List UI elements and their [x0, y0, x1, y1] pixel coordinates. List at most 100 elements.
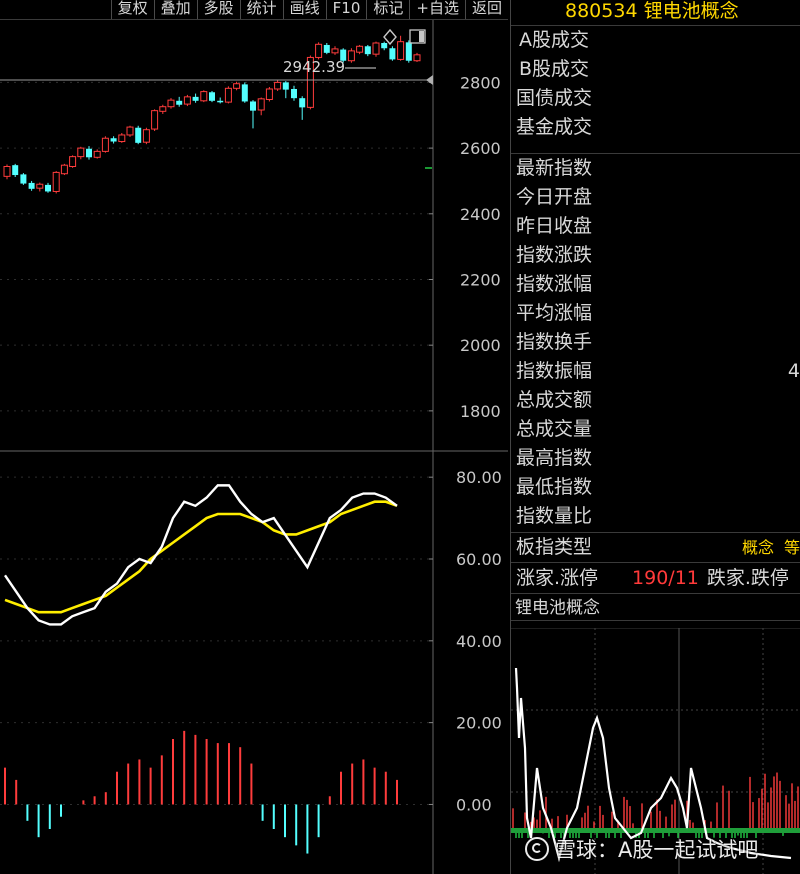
- candle-body: [372, 42, 380, 55]
- row-change-pct: 指数涨幅: [516, 273, 593, 295]
- row-total-amount: 总成交额: [516, 389, 593, 411]
- candle-body: [291, 88, 297, 99]
- row-fund-volume: 基金成交: [516, 116, 593, 138]
- candle-body: [331, 48, 339, 54]
- row-amplitude-label: 指数振幅: [516, 360, 593, 382]
- candle-body: [347, 50, 355, 62]
- candle-body: [45, 184, 51, 192]
- row-a-share-volume: A股成交: [519, 29, 589, 51]
- mini-chart-title: 锂电池概念: [511, 593, 800, 621]
- toolbar-back-button[interactable]: 返回: [464, 0, 508, 19]
- row-amplitude: 指数振幅 4: [511, 357, 800, 386]
- candle-body: [224, 87, 232, 103]
- candle-body: [397, 41, 405, 60]
- panel-toggle-icon-fill: [419, 31, 424, 42]
- row-advancers-label: 涨家.涨停: [516, 567, 599, 589]
- indicator-tick-label: 60.00: [456, 550, 502, 569]
- price-tick-label: 2200: [460, 270, 501, 289]
- watermark: 雪球：A股一起试试吧: [525, 834, 758, 864]
- candle-body: [28, 182, 35, 189]
- candle-body: [413, 54, 421, 62]
- watermark-text: 雪球：A股一起试试吧: [555, 838, 759, 862]
- row-avg-change: 平均涨幅: [516, 302, 593, 324]
- price-tick-label: 2600: [460, 139, 501, 158]
- candle-body: [389, 48, 396, 60]
- candle-body: [299, 98, 306, 108]
- candle-body: [110, 138, 117, 142]
- row-latest-index: 最新指数: [516, 157, 593, 179]
- row-advancers-value: 190/11: [632, 567, 699, 589]
- row-high: 最高指数: [516, 447, 593, 469]
- indicator-lines: [4, 484, 398, 626]
- candle-body: [86, 148, 92, 158]
- candle-body: [77, 147, 85, 158]
- toolbar-draw-button[interactable]: 画线: [282, 0, 326, 19]
- candle-body: [282, 82, 289, 90]
- indicator-tick-label: 20.00: [456, 714, 502, 733]
- candle-body: [126, 126, 134, 136]
- candle-body: [265, 88, 273, 100]
- candle-body: [176, 100, 183, 105]
- snowball-logo-icon: [525, 837, 549, 861]
- candle-body: [200, 91, 208, 102]
- price-tick-label: 1800: [460, 402, 501, 421]
- toolbar-overlay-button[interactable]: 叠加: [153, 0, 197, 19]
- kline-chart[interactable]: 2800 2600 2400 2200 2000 1800 80.00 60.00 40.00…: [0, 0, 508, 874]
- indicator-line-k: [4, 484, 398, 626]
- toolbar-f10-button[interactable]: F10: [325, 0, 367, 19]
- candlestick-series: [3, 35, 421, 194]
- volume-group: A股成交 B股成交 国债成交 基金成交: [511, 26, 800, 154]
- chart-toolbar: 复权 叠加 多股 统计 画线 F10 标记 +自选 返回: [0, 0, 508, 20]
- price-tick-label: 2800: [460, 73, 501, 92]
- high-price-note: 2942.39: [283, 58, 345, 76]
- candle-body: [135, 127, 142, 143]
- candle-body: [36, 183, 44, 189]
- row-index-type-label: 板指类型: [516, 536, 593, 558]
- candle-body: [364, 46, 371, 55]
- row-total-volume: 总成交量: [516, 418, 593, 440]
- row-bond-volume: 国债成交: [516, 87, 593, 109]
- mini-zero-band: [511, 828, 800, 833]
- price-tick-label: 2400: [460, 205, 501, 224]
- candle-body: [3, 165, 11, 177]
- candle-body: [151, 110, 159, 130]
- row-index-type: 板指类型 概念 等: [511, 533, 800, 562]
- index-group: 最新指数 今日开盘 昨日收盘 指数涨跌 指数涨幅 平均涨幅 指数换手 指数振幅 …: [511, 154, 800, 533]
- candle-body: [101, 137, 109, 152]
- toolbar-mark-button[interactable]: 标记: [366, 0, 409, 19]
- toolbar-multi-stock-button[interactable]: 多股: [196, 0, 240, 19]
- indicator-axis: 80.00 60.00 40.00 20.00 0.00: [456, 468, 502, 814]
- indicator-tick-label: 80.00: [456, 468, 502, 487]
- candle-body: [52, 171, 60, 192]
- toolbar-add-watchlist-button[interactable]: +自选: [409, 0, 465, 19]
- candle-body: [217, 100, 224, 103]
- last-price-marker: [426, 75, 433, 85]
- candle-body: [159, 106, 167, 112]
- candle-body: [69, 156, 77, 167]
- indicator-tick-label: 40.00: [456, 632, 502, 651]
- candle-body: [183, 96, 191, 105]
- toolbar-fuquan-button[interactable]: 复权: [110, 0, 154, 19]
- chart-grid: [0, 20, 508, 874]
- candle-body: [323, 44, 330, 53]
- candle-body: [233, 83, 241, 89]
- row-index-type-value2: 等: [783, 538, 800, 557]
- toolbar-stats-button[interactable]: 统计: [239, 0, 283, 19]
- candle-body: [142, 129, 150, 143]
- indicator-tick-label: 0.00: [456, 795, 492, 814]
- candle-body: [315, 43, 323, 58]
- candle-body: [381, 42, 388, 49]
- candle-body: [192, 96, 199, 101]
- price-axis: 2800 2600 2400 2200 2000 1800: [460, 73, 501, 420]
- candle-body: [405, 42, 412, 61]
- candle-body: [356, 45, 364, 53]
- panel-title: 880534 锂电池概念: [511, 0, 800, 26]
- row-volume-ratio: 指数量比: [516, 505, 593, 527]
- row-change: 指数涨跌: [516, 244, 593, 266]
- mini-volume-bars: [511, 772, 800, 838]
- diamond-icon[interactable]: [383, 28, 397, 46]
- indicator-line-d: [4, 500, 398, 614]
- candle-body: [60, 164, 68, 175]
- candle-body: [250, 101, 256, 111]
- price-tick-label: 2000: [460, 336, 501, 355]
